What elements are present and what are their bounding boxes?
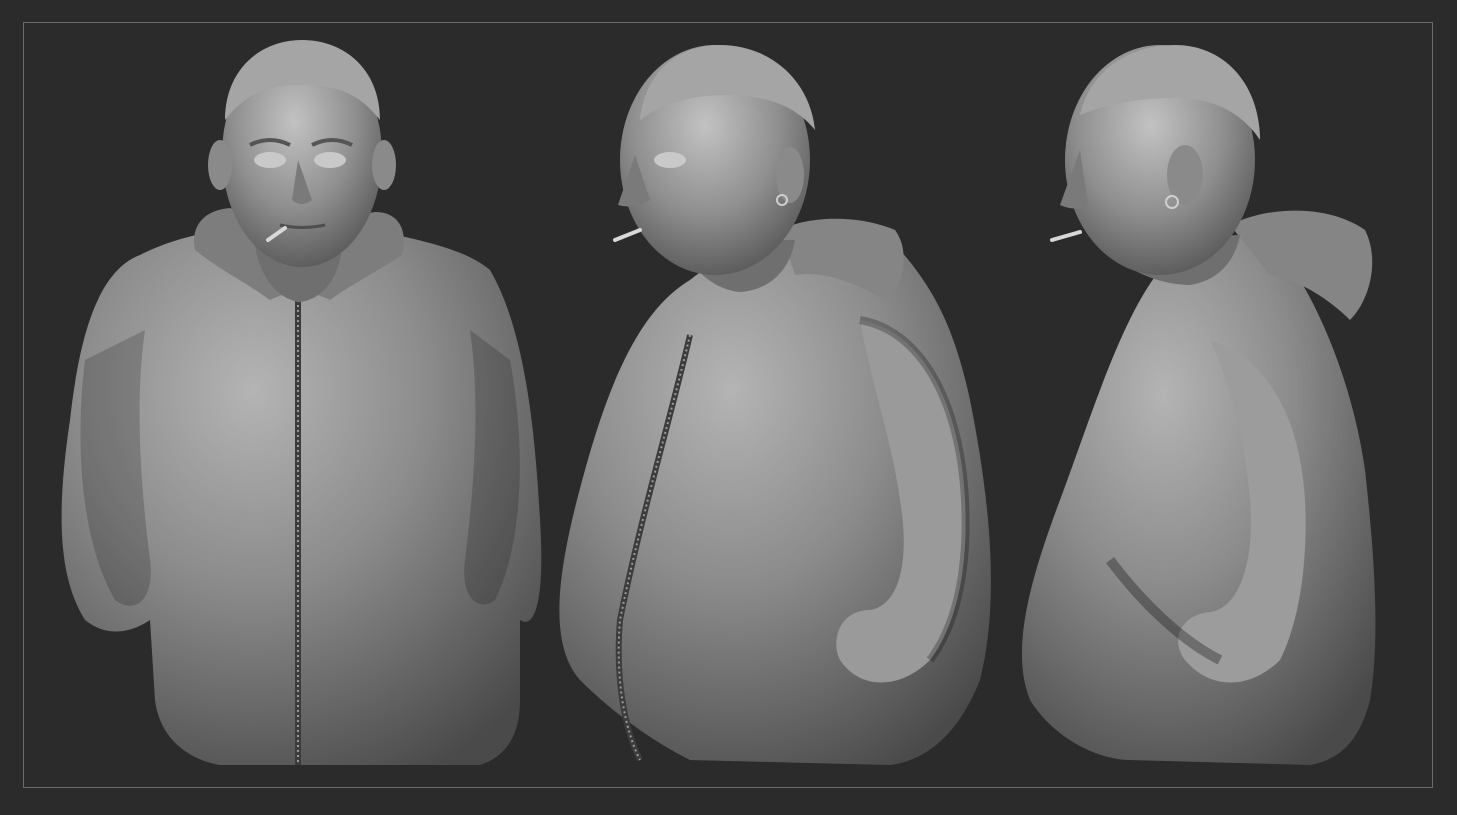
side-view-bust (1021, 45, 1376, 765)
side-cigarette (1050, 230, 1082, 242)
three-quarter-view-bust (559, 45, 991, 765)
render-canvas (0, 0, 1457, 815)
front-view-bust (61, 40, 542, 765)
three-quarter-cigarette (613, 228, 642, 242)
side-jacket (1021, 233, 1376, 765)
